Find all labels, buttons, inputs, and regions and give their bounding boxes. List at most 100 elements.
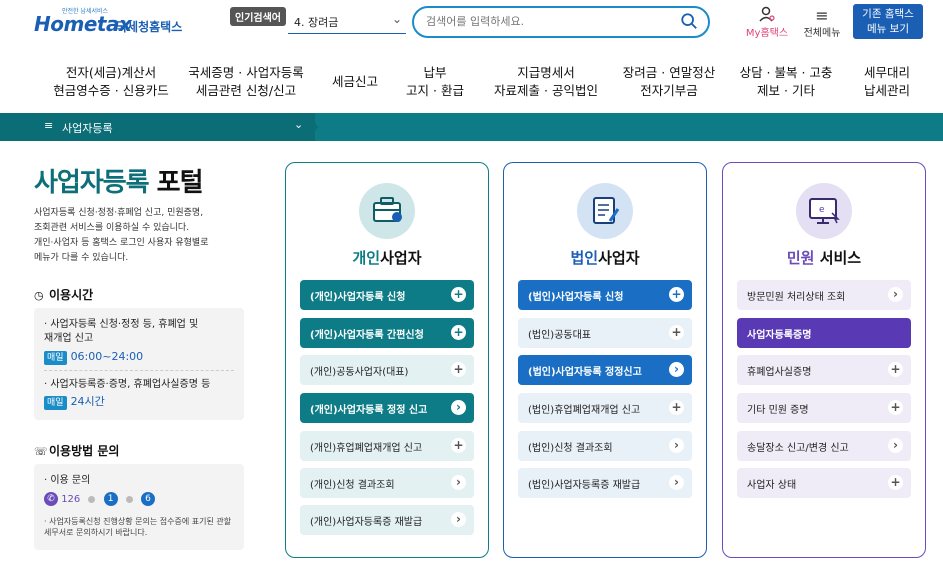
hours-time-2: 매일 24시간 xyxy=(44,395,105,410)
card-button[interactable]: (법인)휴업폐업재개업 신고 + xyxy=(518,393,692,423)
global-nav: 전자(세금)계산서현금영수증 · 신용카드 국세증명 · 사업자등록세금관련 신… xyxy=(0,58,943,106)
gnb-label: 고지 · 환급 xyxy=(406,83,464,98)
title-highlight: 사업자등록 xyxy=(34,168,150,198)
card-button-label: (개인)사업자등록증 재발급 xyxy=(310,517,423,528)
plus-icon: + xyxy=(451,325,466,340)
card-button[interactable]: (개인)사업자등록증 재발급 › xyxy=(300,505,474,535)
gnb-label: 세금신고 xyxy=(331,74,378,89)
card-button-label: 휴폐업사실증명 xyxy=(747,367,812,378)
chevron-down-icon: ⌄ xyxy=(294,118,304,131)
card-button[interactable]: (개인)사업자등록 신청 + xyxy=(300,280,474,310)
card-title: 개인사업자 xyxy=(286,247,488,268)
monitor-icon: e xyxy=(796,183,852,239)
gnb-item-einvoice[interactable]: 전자(세금)계산서현금영수증 · 신용카드 xyxy=(46,64,176,100)
search-input[interactable] xyxy=(426,15,666,28)
card-button-label: (법인)휴업폐업재개업 신고 xyxy=(528,405,641,416)
sep-dot xyxy=(125,495,133,503)
chevron-right-icon: › xyxy=(888,287,903,302)
title-hl: 개인 xyxy=(352,249,381,267)
gnb-label: 국세증명 · 사업자등록 xyxy=(188,65,304,80)
card-button-label: (법인)신청 결과조회 xyxy=(528,443,613,454)
gnb-item-payment[interactable]: 납부 고지 · 환급 xyxy=(395,64,475,100)
breadcrumb[interactable]: ≡ 사업자등록 ⌄ xyxy=(0,113,315,141)
briefcase-icon xyxy=(359,183,415,239)
gnb-item-tax-report[interactable]: 세금신고 xyxy=(320,73,390,91)
card-button-label: 사업자 상태 xyxy=(747,480,797,491)
card-button[interactable]: 사업자 상태 + xyxy=(737,468,911,498)
hours-time: 24시간 xyxy=(70,395,105,408)
card-button[interactable]: (법인)사업자등록 정정신고 › xyxy=(518,355,692,385)
card-button[interactable]: (개인)휴업폐업재개업 신고 + xyxy=(300,431,474,461)
search-icon[interactable] xyxy=(680,12,698,30)
title-rest: 사업자 xyxy=(598,249,640,267)
all-menu-label: 전체메뉴 xyxy=(803,28,841,39)
card-button[interactable]: 휴폐업사실증명 + xyxy=(737,355,911,385)
card-button[interactable]: (개인)신청 결과조회 › xyxy=(300,468,474,498)
card-button[interactable]: (법인)사업자등록 신청 + xyxy=(518,280,692,310)
plus-icon: + xyxy=(888,362,903,377)
search-box xyxy=(412,6,710,38)
plus-icon: + xyxy=(451,362,466,377)
gnb-item-incentive[interactable]: 장려금 · 연말정산전자기부금 xyxy=(614,64,724,100)
old-menu-line1: 기존 홈택스 xyxy=(862,8,914,20)
chevron-right-icon: › xyxy=(669,362,684,377)
card-button[interactable]: 송달장소 신고/변경 신고 › xyxy=(737,431,911,461)
card-button-label: (개인)신청 결과조회 xyxy=(310,480,395,491)
gnb-label: 지급명세서 xyxy=(517,65,575,80)
card-button[interactable]: 방문민원 처리상태 조회 › xyxy=(737,280,911,310)
gnb-label: 자료제출 · 공익법인 xyxy=(494,83,598,98)
hometax-logo[interactable]: 안전한 납세서비스 Hometax 국세청홈택스 xyxy=(34,6,194,42)
contact-title-text: 이용방법 문의 xyxy=(49,444,120,458)
card-button[interactable]: (법인)신청 결과조회 › xyxy=(518,431,692,461)
gnb-label: 장려금 · 연말정산 xyxy=(622,65,716,80)
plus-icon: + xyxy=(451,287,466,302)
daily-tag: 매일 xyxy=(44,396,67,410)
card-button[interactable]: (개인)사업자등록 정정 신고 › xyxy=(300,393,474,423)
gnb-label: 현금영수증 · 신용카드 xyxy=(53,83,169,98)
hours-item-2: · 사업자등록증·증명, 휴폐업사실증명 등 xyxy=(44,379,211,390)
card-individual: 개인사업자 (개인)사업자등록 신청 + (개인)사업자등록 간편신청 + (개인)공동… xyxy=(285,162,489,558)
contact-num: 126 xyxy=(61,494,81,505)
gnb-item-consult[interactable]: 상담 · 불복 · 고충 제보 · 기타 xyxy=(736,64,836,100)
desc-line: 메뉴가 다를 수 있습니다. xyxy=(34,253,129,263)
my-hometax-button[interactable]: My홈택스 xyxy=(742,6,792,39)
chevron-right-icon: › xyxy=(451,475,466,490)
my-hometax-label: My홈택스 xyxy=(745,28,789,39)
gnb-label: 세금관련 신청/신고 xyxy=(195,83,297,98)
contact-numbers: ✆ 126 1 6 xyxy=(44,492,156,507)
popular-search-select[interactable]: 4. 장려금 ⌄ xyxy=(288,10,406,34)
title-rest: 서비스 xyxy=(814,249,862,267)
card-button[interactable]: (개인)공동사업자(대표) + xyxy=(300,355,474,385)
card-button[interactable]: (법인)사업자등록증 재발급 › xyxy=(518,468,692,498)
gnb-label: 전자(세금)계산서 xyxy=(65,65,157,80)
page-description: 사업자등록 신청·정정·휴폐업 신고, 민원증명, 조회관련 서비스를 이용하실… xyxy=(34,206,244,266)
card-button-label: (개인)사업자등록 정정 신고 xyxy=(310,405,428,416)
card-button[interactable]: 사업자등록증명 xyxy=(737,318,911,348)
old-menu-button[interactable]: 기존 홈택스 메뉴 보기 xyxy=(853,4,923,39)
card-button[interactable]: 기타 민원 증명 + xyxy=(737,393,911,423)
chevron-right-icon: › xyxy=(451,512,466,527)
title-hl: 민원 xyxy=(786,249,815,267)
all-menu-button[interactable]: ≡ 전체메뉴 xyxy=(799,6,845,39)
plus-icon: + xyxy=(451,438,466,453)
phone-icon: ☏ xyxy=(34,445,48,458)
card-button-label: 기타 민원 증명 xyxy=(747,405,809,416)
contact-box: · 이용 문의 ✆ 126 1 6 · 사업자등록신청 진행상황 문의는 접수증… xyxy=(34,464,244,550)
title-hl: 법인 xyxy=(570,249,599,267)
card-button[interactable]: (법인)공동대표 + xyxy=(518,318,692,348)
chevron-right-icon: › xyxy=(669,475,684,490)
divider xyxy=(44,370,234,371)
hours-item-1: · 사업자등록 신청·정정 등, 휴폐업 및 재개업 신고 xyxy=(44,318,198,346)
gnb-item-certificate[interactable]: 국세증명 · 사업자등록세금관련 신청/신고 xyxy=(184,64,308,100)
hours-title: ◷ 이용시간 xyxy=(34,286,93,303)
header: 안전한 납세서비스 Hometax 국세청홈택스 인기검색어 4. 장려금 ⌄ … xyxy=(0,0,943,46)
plus-icon: + xyxy=(669,400,684,415)
gnb-item-statement[interactable]: 지급명세서자료제출 · 공익법인 xyxy=(487,64,605,100)
gnb-item-agent[interactable]: 세무대리 납세관리 xyxy=(852,64,922,100)
card-button-label: 방문민원 처리상태 조회 xyxy=(747,292,846,303)
gnb-label: 전자기부금 xyxy=(640,83,698,98)
hours-text: 재개업 신고 xyxy=(44,333,94,344)
breadcrumb-label: 사업자등록 xyxy=(62,122,113,135)
chevron-down-icon: ⌄ xyxy=(391,12,402,26)
card-button[interactable]: (개인)사업자등록 간편신청 + xyxy=(300,318,474,348)
